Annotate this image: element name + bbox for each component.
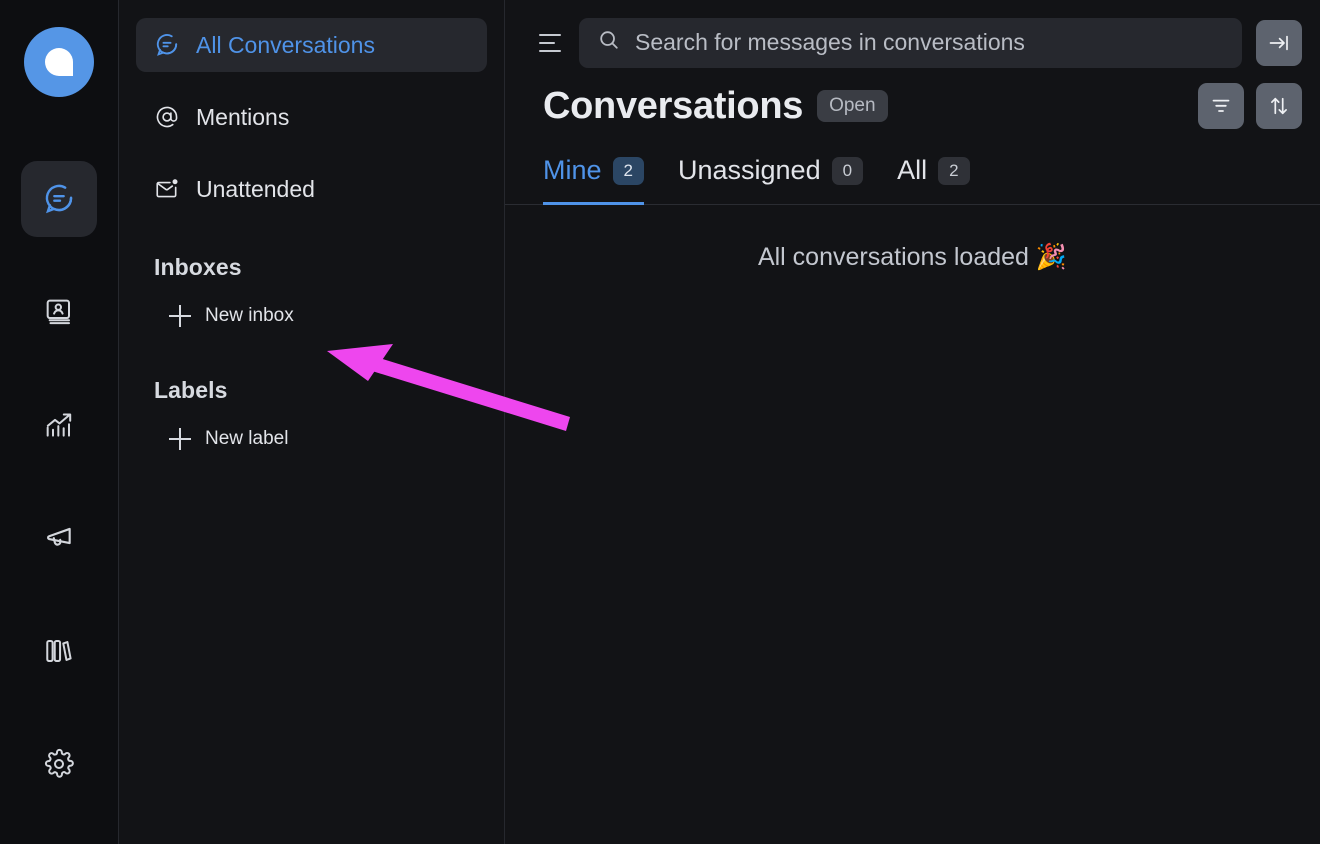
rail-item-settings[interactable]	[21, 726, 97, 802]
tab-all[interactable]: All 2	[897, 155, 969, 205]
tab-count-badge: 2	[938, 157, 969, 185]
sidebar-item-label: Mentions	[196, 104, 289, 131]
new-inbox-button[interactable]: New inbox	[151, 293, 487, 339]
sort-arrows-icon	[1267, 94, 1291, 118]
filter-button[interactable]	[1198, 83, 1244, 129]
mail-unread-icon	[154, 176, 180, 202]
app-root: All Conversations Mentions Unattended	[0, 0, 1320, 844]
search-input[interactable]	[635, 29, 1224, 56]
gear-icon	[43, 748, 75, 780]
sidebar-item-label: Unattended	[196, 176, 315, 203]
filter-funnel-icon	[1209, 94, 1233, 118]
sidebar-item-mentions[interactable]: Mentions	[136, 90, 487, 144]
sidebar-item-all-conversations[interactable]: All Conversations	[136, 18, 487, 72]
rail-item-help-center[interactable]	[21, 613, 97, 689]
primary-nav-rail	[0, 0, 119, 844]
chat-bubble-icon	[42, 182, 76, 216]
tab-unassigned[interactable]: Unassigned 0	[678, 155, 863, 205]
header-actions	[1198, 83, 1302, 129]
tab-label: All	[897, 155, 927, 186]
conversation-tabs: Mine 2 Unassigned 0 All 2	[505, 132, 1320, 205]
all-loaded-message: All conversations loaded 🎉	[505, 205, 1320, 272]
tab-mine[interactable]: Mine 2	[543, 155, 644, 205]
page-title: Conversations	[543, 85, 803, 128]
rail-item-contacts[interactable]	[21, 274, 97, 350]
labels-section-title: Labels	[154, 377, 487, 404]
plus-icon	[169, 305, 191, 327]
sidebar-item-unattended[interactable]: Unattended	[136, 162, 487, 216]
megaphone-icon	[43, 522, 75, 554]
tab-label: Unassigned	[678, 155, 821, 186]
conversation-list: All conversations loaded 🎉	[505, 205, 1320, 844]
tab-count-badge: 2	[613, 157, 644, 185]
search-bar[interactable]	[579, 18, 1242, 68]
at-sign-icon	[154, 104, 180, 130]
sidebar-item-label: All Conversations	[196, 32, 375, 59]
inboxes-section-title: Inboxes	[154, 254, 487, 281]
sort-button[interactable]	[1256, 83, 1302, 129]
new-inbox-label: New inbox	[205, 305, 294, 327]
books-icon	[43, 635, 75, 667]
tab-count-badge: 0	[832, 157, 863, 185]
trending-up-chart-icon	[43, 409, 75, 441]
tab-label: Mine	[543, 155, 602, 186]
rail-item-reports[interactable]	[21, 387, 97, 463]
rail-item-conversations[interactable]	[21, 161, 97, 237]
status-badge: Open	[817, 90, 887, 122]
new-label-label: New label	[205, 428, 288, 450]
expand-sidebar-button[interactable]	[1256, 20, 1302, 66]
secondary-sidebar: All Conversations Mentions Unattended	[119, 0, 505, 844]
chat-bubble-icon	[154, 32, 180, 58]
page-header: Conversations Open	[505, 68, 1320, 132]
new-label-button[interactable]: New label	[151, 416, 487, 462]
conversations-pane: Conversations Open	[505, 0, 1320, 844]
arrow-to-line-right-icon	[1267, 31, 1291, 55]
hamburger-menu-icon[interactable]	[539, 30, 565, 56]
rail-icon-list	[0, 161, 118, 839]
plus-icon	[169, 428, 191, 450]
chatwoot-logo[interactable]	[24, 27, 94, 97]
contacts-book-icon	[43, 296, 75, 328]
search-icon	[597, 28, 621, 57]
top-toolbar	[505, 0, 1320, 68]
rail-item-campaigns[interactable]	[21, 500, 97, 576]
